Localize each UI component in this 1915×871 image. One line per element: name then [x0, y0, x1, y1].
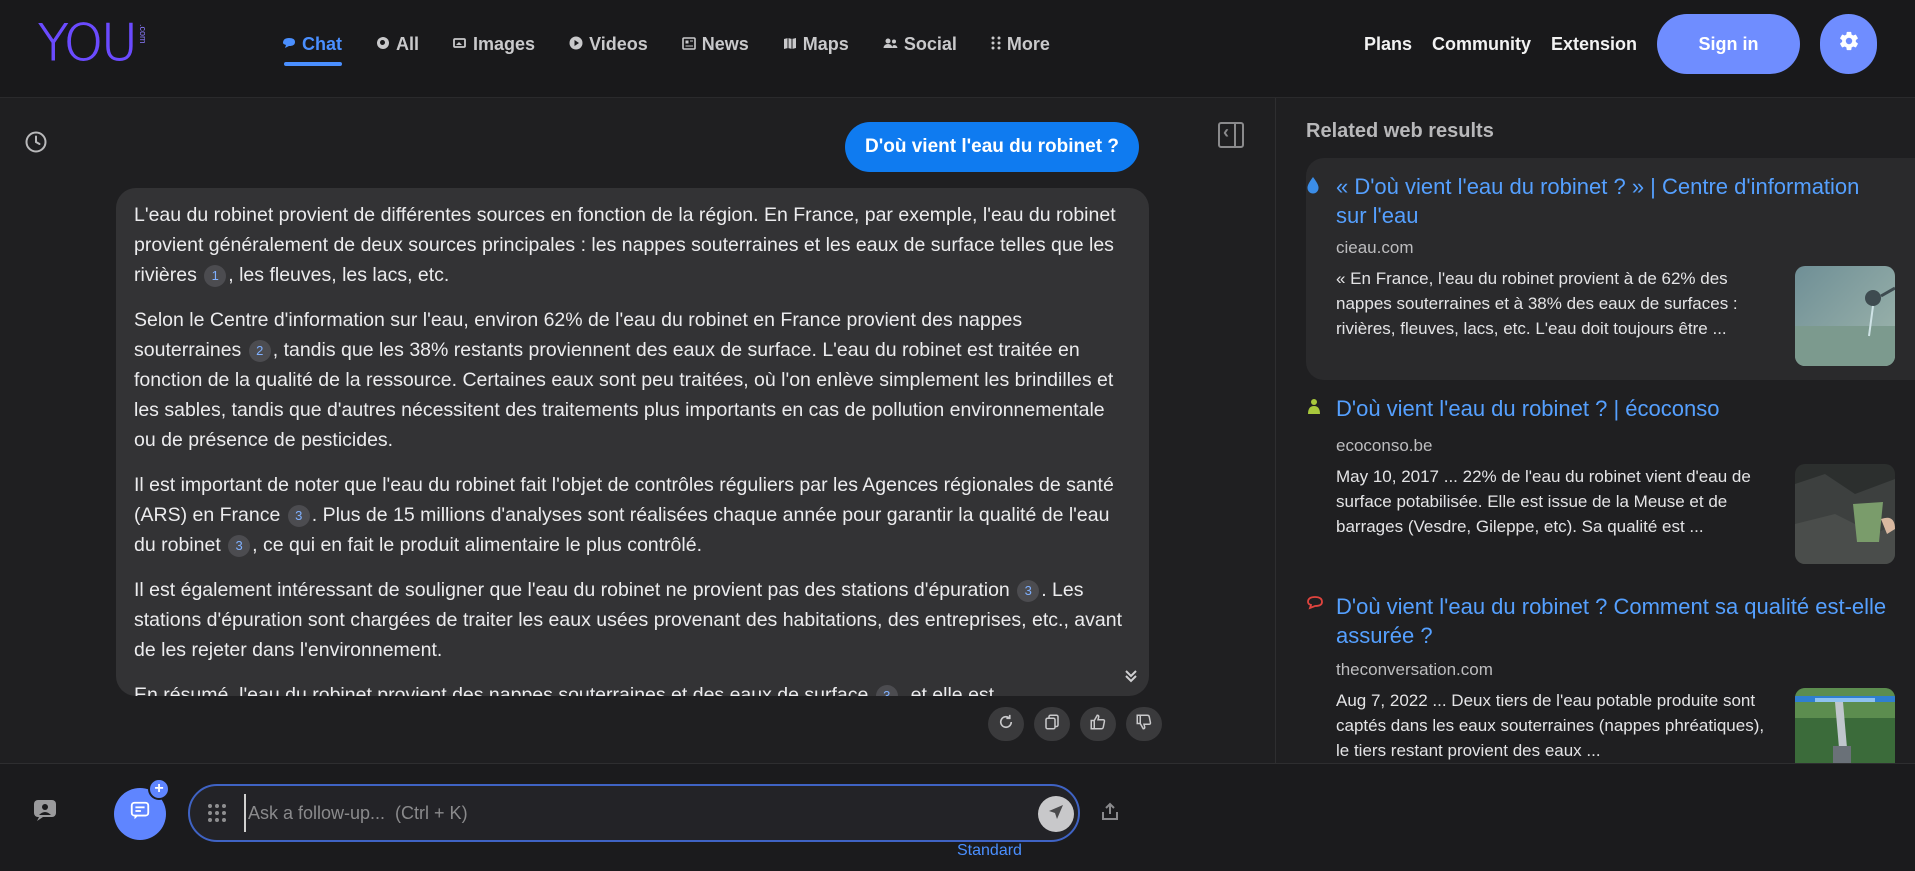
panel-divider: [1275, 98, 1276, 763]
answer-text: Il est également intéressant de souligne…: [134, 579, 1010, 601]
citation-badge[interactable]: 1: [204, 264, 227, 287]
chat-icon: [282, 37, 296, 51]
tab-maps-label: Maps: [802, 33, 849, 54]
web-result[interactable]: D'où vient l'eau du robinet ? | écoconso…: [1306, 380, 1915, 580]
logo-suffix: .com: [137, 24, 148, 44]
tab-images-label: Images: [473, 33, 536, 54]
search-icon: [376, 36, 390, 52]
answer-paragraph: Selon le Centre d'information sur l'eau,…: [134, 305, 1127, 455]
assistant-answer: L'eau du robinet provient de différentes…: [116, 188, 1149, 696]
refresh-icon: [997, 713, 1015, 736]
follow-up-input[interactable]: [244, 794, 1004, 832]
tab-more[interactable]: More: [991, 30, 1050, 58]
citation-badge[interactable]: 3: [228, 534, 251, 557]
answer-actions: [988, 707, 1162, 741]
citation-badge[interactable]: 3: [1017, 579, 1040, 602]
copy-icon: [1043, 713, 1061, 736]
composer-bar: + Standard: [0, 763, 1915, 871]
mode-selector[interactable]: Standard: [957, 842, 1022, 860]
tab-news-label: News: [701, 33, 749, 54]
history-icon[interactable]: [24, 130, 48, 154]
people-icon: [883, 37, 898, 51]
extension-link[interactable]: Extension: [1551, 34, 1637, 55]
thumbs-down-button[interactable]: [1126, 707, 1162, 741]
tab-more-label: More: [1006, 33, 1050, 54]
send-icon: [1048, 804, 1064, 825]
tab-images[interactable]: Images: [453, 30, 535, 58]
result-domain: theconversation.com: [1336, 660, 1493, 679]
chat-bubble-icon: [129, 800, 151, 828]
result-snippet: « En France, l'eau du robinet provient à…: [1336, 269, 1738, 338]
answer-text: En résumé, l'eau du robinet provient des…: [134, 684, 869, 696]
result-thumbnail[interactable]: [1795, 266, 1895, 366]
result-thumbnail[interactable]: [1795, 464, 1895, 564]
answer-text: , tandis que les 38% restants proviennen…: [134, 339, 1114, 451]
logo-text: YOU: [38, 14, 139, 72]
dots-grid-icon: [991, 36, 1001, 52]
chevron-double-down-icon[interactable]: [1124, 668, 1138, 689]
thumbs-up-button[interactable]: [1080, 707, 1116, 741]
citation-badge[interactable]: 3: [287, 504, 310, 527]
plans-link[interactable]: Plans: [1364, 34, 1412, 55]
you-logo[interactable]: YOU .com: [38, 14, 148, 72]
tab-videos-label: Videos: [589, 33, 648, 54]
send-button[interactable]: [1038, 796, 1074, 832]
web-result[interactable]: D'où vient l'eau du robinet ? Comment sa…: [1306, 578, 1915, 763]
tab-all-label: All: [396, 33, 420, 54]
images-icon: [453, 37, 467, 51]
speech-bubble-icon: [1306, 596, 1324, 614]
tab-news[interactable]: News: [681, 30, 749, 58]
answer-paragraph: Il est important de noter que l'eau du r…: [134, 470, 1127, 560]
gear-icon: [1838, 30, 1860, 58]
tab-chat[interactable]: Chat: [282, 30, 342, 66]
result-domain: cieau.com: [1336, 238, 1414, 257]
newspaper-icon: [681, 36, 696, 52]
persona-icon[interactable]: [32, 798, 58, 822]
tab-all[interactable]: All: [376, 30, 419, 58]
top-header: YOU .com Chat All Images Videos News Map…: [0, 0, 1915, 98]
plus-icon[interactable]: +: [148, 778, 170, 800]
web-result[interactable]: « D'où vient l'eau du robinet ? » | Cent…: [1306, 158, 1915, 380]
answer-text: , les fleuves, les lacs, etc.: [228, 264, 450, 286]
play-icon: [569, 36, 583, 52]
collapse-panel-icon[interactable]: [1218, 122, 1244, 148]
leaf-icon: [1306, 398, 1322, 420]
answer-paragraph: L'eau du robinet provient de différentes…: [134, 200, 1127, 290]
result-snippet: Aug 7, 2022 ... Deux tiers de l'eau pota…: [1336, 691, 1765, 760]
tab-chat-label: Chat: [302, 33, 342, 54]
answer-text: , et elle est: [899, 684, 995, 696]
result-thumbnail[interactable]: [1795, 688, 1895, 763]
copy-button[interactable]: [1034, 707, 1070, 741]
user-message: D'où vient l'eau du robinet ?: [845, 122, 1139, 172]
thumbs-up-icon: [1089, 713, 1107, 736]
regenerate-button[interactable]: [988, 707, 1024, 741]
citation-badge[interactable]: 3: [875, 684, 898, 696]
apps-grid-icon[interactable]: [206, 802, 228, 824]
related-results-title: Related web results: [1306, 120, 1494, 142]
result-domain: ecoconso.be: [1336, 436, 1433, 455]
result-title-link[interactable]: « D'où vient l'eau du robinet ? » | Cent…: [1336, 172, 1896, 230]
settings-button[interactable]: [1820, 14, 1877, 74]
header-actions: Plans Community Extension Sign in: [1364, 14, 1915, 74]
answer-paragraph: En résumé, l'eau du robinet provient des…: [134, 680, 1127, 696]
result-snippet: May 10, 2017 ... 22% de l'eau du robinet…: [1336, 467, 1751, 536]
follow-up-input-box: [188, 784, 1080, 842]
result-title-link[interactable]: D'où vient l'eau du robinet ? | écoconso: [1336, 394, 1896, 423]
tab-social-label: Social: [903, 33, 957, 54]
tab-videos[interactable]: Videos: [569, 30, 648, 58]
tab-social[interactable]: Social: [883, 30, 957, 58]
community-link[interactable]: Community: [1432, 34, 1531, 55]
answer-paragraph: Il est également intéressant de souligne…: [134, 575, 1127, 665]
water-drop-icon: [1306, 176, 1320, 198]
answer-text: , ce qui en fait le produit alimentaire …: [252, 534, 702, 556]
citation-badge[interactable]: 2: [248, 339, 271, 362]
tab-maps[interactable]: Maps: [783, 30, 849, 58]
search-type-nav: Chat All Images Videos News Maps Social …: [282, 30, 1084, 70]
thumbs-down-icon: [1135, 713, 1153, 736]
map-icon: [783, 37, 797, 52]
share-icon[interactable]: [1100, 802, 1120, 828]
result-title-link[interactable]: D'où vient l'eau du robinet ? Comment sa…: [1336, 592, 1896, 650]
sign-in-button[interactable]: Sign in: [1657, 14, 1800, 74]
